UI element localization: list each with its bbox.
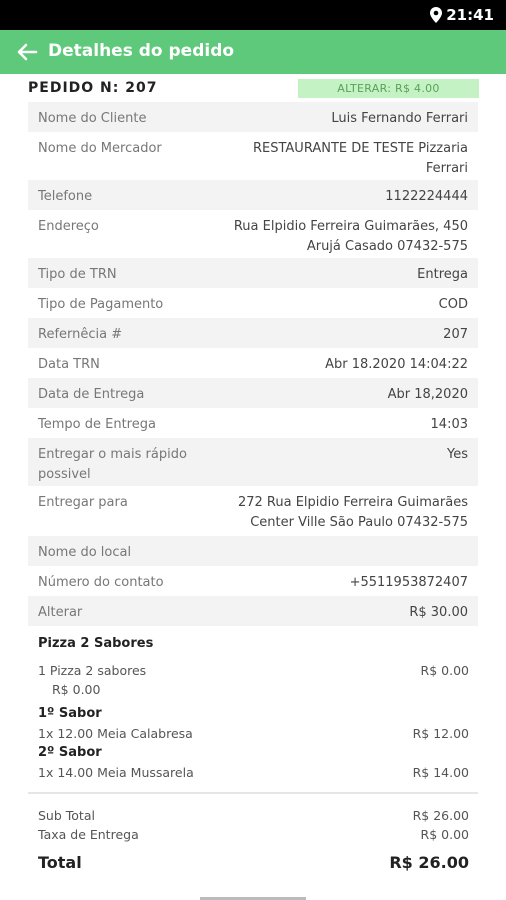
- sabor-price: R$ 14.00: [412, 765, 469, 780]
- detail-value: Yes: [447, 447, 468, 462]
- detail-row-phone: Telefone 1122224444: [28, 180, 478, 210]
- detail-label: Nome do Cliente: [38, 111, 147, 126]
- detail-row-client: Nome do Cliente Luis Fernando Ferrari: [28, 102, 478, 132]
- detail-value: Abr 18,2020: [387, 387, 468, 402]
- sabor-line: 1x 12.00 Meia Calabresa: [38, 726, 193, 741]
- order-number: PEDIDO N: 207: [28, 80, 158, 96]
- detail-value: Rua Elpidio Ferreira Guimarães, 450 Aruj…: [233, 219, 468, 254]
- order-details: PEDIDO N: 207 ALTERAR: R$ 4.00 Nome do C…: [0, 74, 506, 900]
- detail-row-asap: Entregar o mais rápido possivel Yes: [28, 438, 478, 486]
- detail-label: Tipo de TRN: [38, 267, 117, 282]
- delivery-fee-value: R$ 0.00: [420, 827, 469, 842]
- subtotal-label: Sub Total: [38, 808, 95, 823]
- total-value: R$ 26.00: [389, 853, 469, 872]
- detail-row-address: Endereço Rua Elpidio Ferreira Guimarães,…: [28, 210, 478, 258]
- detail-value: R$ 30.00: [409, 605, 468, 620]
- item-line: 1 Pizza 2 sabores: [38, 663, 147, 678]
- detail-value: Entrega: [417, 267, 468, 282]
- detail-label: Tipo de Pagamento: [38, 297, 164, 312]
- page-title: Detalhes do pedido: [48, 41, 235, 61]
- sabor-price: R$ 12.00: [412, 726, 469, 741]
- detail-value: +5511953872407: [349, 575, 468, 590]
- alter-badge: ALTERAR: R$ 4.00: [298, 79, 479, 98]
- detail-label: Alterar: [38, 605, 83, 620]
- detail-row-reference: Refernêcia # 207: [28, 318, 478, 348]
- clock: 21:41: [446, 6, 494, 24]
- detail-label: Número do contato: [38, 575, 164, 590]
- detail-label: Entregar o mais rápido possivel: [38, 447, 187, 482]
- detail-label: Endereço: [38, 219, 99, 234]
- detail-value: COD: [438, 297, 468, 312]
- detail-label: Data de Entrega: [38, 387, 145, 402]
- detail-label: Tempo de Entrega: [38, 417, 156, 432]
- detail-label: Refernêcia #: [38, 327, 123, 342]
- app-bar: Detalhes do pedido: [0, 30, 506, 74]
- detail-row-trn-type: Tipo de TRN Entrega: [28, 258, 478, 288]
- detail-label: Nome do local: [38, 545, 132, 560]
- detail-value: Abr 18.2020 14:04:22: [325, 357, 468, 372]
- detail-value: RESTAURANTE DE TESTE Pizzaria Ferrari: [252, 141, 468, 176]
- detail-row-trn-date: Data TRN Abr 18.2020 14:04:22: [28, 348, 478, 378]
- item-price: R$ 0.00: [420, 663, 469, 678]
- detail-row-delivery-date: Data de Entrega Abr 18,2020: [28, 378, 478, 408]
- sabor-line: 1x 14.00 Meia Mussarela: [38, 765, 194, 780]
- detail-row-payment: Tipo de Pagamento COD: [28, 288, 478, 318]
- item-title: Pizza 2 Sabores: [38, 636, 154, 651]
- status-bar: 21:41: [0, 0, 506, 30]
- detail-value: 207: [443, 327, 468, 342]
- detail-row-deliver-to: Entregar para 272 Rua Elpidio Ferreira G…: [28, 486, 478, 536]
- detail-row-merchant: Nome do Mercador RESTAURANTE DE TESTE Pi…: [28, 132, 478, 180]
- total-label: Total: [38, 853, 82, 872]
- detail-label: Data TRN: [38, 357, 100, 372]
- subtotal-value: R$ 26.00: [412, 808, 469, 823]
- detail-label: Entregar para: [38, 495, 128, 510]
- detail-row-contact: Número do contato +5511953872407: [28, 566, 478, 596]
- sabor-title: 1º Sabor: [38, 706, 102, 721]
- detail-row-delivery-time: Tempo de Entrega 14:03: [28, 408, 478, 438]
- detail-row-alterar: Alterar R$ 30.00: [28, 596, 478, 626]
- location-pin-icon: [430, 7, 442, 23]
- detail-row-place-name: Nome do local: [28, 536, 478, 566]
- delivery-fee-label: Taxa de Entrega: [38, 827, 139, 842]
- detail-value: Luis Fernando Ferrari: [331, 111, 468, 126]
- detail-label: Telefone: [38, 189, 93, 204]
- divider: [28, 792, 478, 794]
- sabor-title: 2º Sabor: [38, 745, 102, 760]
- detail-label: Nome do Mercador: [38, 141, 162, 156]
- detail-value: 1122224444: [385, 189, 468, 204]
- arrow-left-icon[interactable]: [14, 39, 40, 65]
- item-subprice: R$ 0.00: [52, 682, 101, 697]
- detail-value: 272 Rua Elpidio Ferreira Guimarães Cente…: [237, 495, 468, 530]
- detail-value: 14:03: [430, 417, 468, 432]
